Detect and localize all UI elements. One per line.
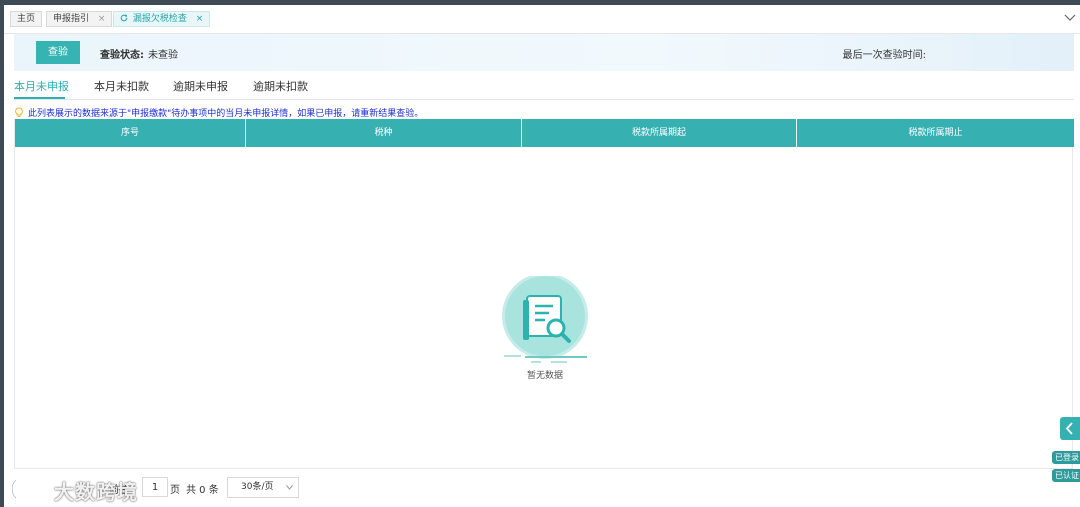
chevron-down-icon[interactable] [1064,13,1076,23]
tab-overdue-unfiled[interactable]: 逾期未申报 [173,78,228,94]
tab-undeducted-this-month[interactable]: 本月未扣款 [94,78,149,94]
page-size-value: 30条/页 [241,482,274,492]
check-status-label: 查验状态: [100,50,144,61]
tab-filing-guide[interactable]: 申报指引 × [46,11,113,27]
check-button[interactable]: 查验 [36,41,80,64]
logged-in-badge[interactable]: 已登录 [1052,451,1080,464]
pagination-page-suffix: 页 [170,485,180,496]
column-header-index: 序号 [15,119,246,147]
watermark-logo-icon [10,475,46,500]
notice-message: 此列表展示的数据来源于"申报缴款"待办事项中的当月未申报详情，如果已申报，请重新… [28,109,424,119]
empty-state: 暂无数据 [501,273,589,381]
tab-overdue-undeducted[interactable]: 逾期未扣款 [253,78,308,94]
tab-home-label: 主页 [17,14,36,24]
close-icon[interactable]: × [98,14,106,24]
watermark-text: 大数跨境 [54,480,138,504]
sub-tab-bar: 本月未申报 本月未扣款 逾期未申报 逾期未扣款 [14,72,1074,100]
chevron-down-icon [286,485,293,490]
lightbulb-icon [15,107,23,117]
check-status-value: 未查验 [148,50,178,61]
page-number-input[interactable] [142,477,168,497]
empty-document-search-icon [502,273,588,363]
tab-filing-guide-label: 申报指引 [53,14,90,24]
watermark: 大数跨境 [10,474,140,504]
check-status-bar: 查验 查验状态: 未查验 最后一次查验时间: [14,34,1074,71]
tab-home[interactable]: 主页 [10,11,43,27]
pagination-total: 共 0 条 [186,485,219,496]
page-tab-bar: 主页 申报指引 × 漏报欠税检查 × [4,5,1080,34]
tab-missed-tax-check[interactable]: 漏报欠税检查 × [113,11,211,27]
data-table: 序号 税种 税款所属期起 税款所属期止 暂无数据 [14,119,1074,469]
active-tab-underline [14,97,65,99]
refresh-icon[interactable] [120,14,128,22]
tab-missed-tax-check-label: 漏报欠税检查 [132,14,187,24]
side-panel-toggle[interactable] [1060,417,1080,440]
column-header-period-start: 税款所属期起 [522,119,797,147]
last-check-time-label: 最后一次查验时间: [842,50,926,61]
notice-text: 此列表展示的数据来源于"申报缴款"待办事项中的当月未申报详情，如果已申报，请重新… [14,106,423,119]
empty-state-text: 暂无数据 [526,371,563,381]
tab-unfiled-this-month[interactable]: 本月未申报 [14,78,69,94]
page-size-select[interactable]: 30条/页 [227,477,299,498]
verified-badge[interactable]: 已认证 [1052,469,1080,482]
window-left-border [0,0,4,507]
column-header-period-end: 税款所属期止 [908,128,963,138]
close-icon[interactable]: × [196,14,204,24]
table-header: 序号 税种 税款所属期起 税款所属期止 [15,119,1074,147]
chevron-left-icon [1065,422,1073,435]
column-header-tax-type: 税种 [246,119,522,147]
